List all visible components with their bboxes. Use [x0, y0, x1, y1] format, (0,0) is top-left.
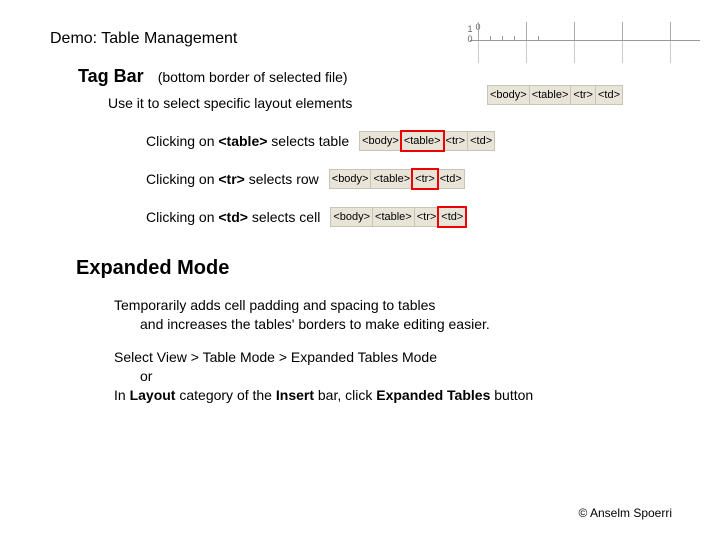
- ruler-graphic: 0: [470, 22, 700, 62]
- ruler-rowhead: 1 0: [465, 24, 475, 44]
- click-row-0: Clicking on <table> selects table<body><…: [146, 131, 680, 151]
- tag[interactable]: <tr>: [413, 170, 438, 188]
- tag[interactable]: <td>: [468, 132, 494, 150]
- expanded-steps: Select View > Table Mode > Expanded Tabl…: [114, 348, 680, 405]
- click-text: Clicking on <td> selects cell: [146, 209, 320, 225]
- tagbar-strip-main: <body> <table> <tr> <td>: [487, 85, 623, 105]
- tag[interactable]: <table>: [402, 132, 444, 150]
- tag-body[interactable]: <body>: [488, 86, 530, 104]
- tag[interactable]: <tr>: [415, 208, 440, 226]
- tag[interactable]: <body>: [331, 208, 373, 226]
- tag-td[interactable]: <td>: [596, 86, 622, 104]
- tag-table[interactable]: <table>: [530, 86, 572, 104]
- click-row-1: Clicking on <tr> selects row <body><table…: [146, 169, 680, 189]
- expanded-desc: Temporarily adds cell padding and spacin…: [114, 296, 680, 334]
- tagbar-strip-example: <body><table><tr><td>: [329, 169, 465, 189]
- tag[interactable]: <td>: [439, 208, 465, 226]
- tagbar-heading: Tag Bar: [78, 66, 144, 87]
- click-row-2: Clicking on <td> selects cell <body><tabl…: [146, 207, 680, 227]
- footer-copyright: © Anselm Spoerri: [578, 506, 672, 520]
- expanded-title: Expanded Mode: [76, 257, 680, 280]
- tag[interactable]: <table>: [371, 170, 413, 188]
- tag[interactable]: <td>: [438, 170, 464, 188]
- tagbar-subtitle: (bottom border of selected file): [158, 69, 348, 85]
- click-text: Clicking on <table> selects table: [146, 133, 349, 149]
- tag-tr[interactable]: <tr>: [571, 86, 596, 104]
- click-text: Clicking on <tr> selects row: [146, 171, 319, 187]
- tag[interactable]: <body>: [330, 170, 372, 188]
- tagbar-strip-example: <body><table><tr><td>: [359, 131, 495, 151]
- tag[interactable]: <table>: [373, 208, 415, 226]
- tag[interactable]: <tr>: [444, 132, 469, 150]
- tag[interactable]: <body>: [360, 132, 402, 150]
- tagbar-strip-example: <body><table><tr><td>: [330, 207, 466, 227]
